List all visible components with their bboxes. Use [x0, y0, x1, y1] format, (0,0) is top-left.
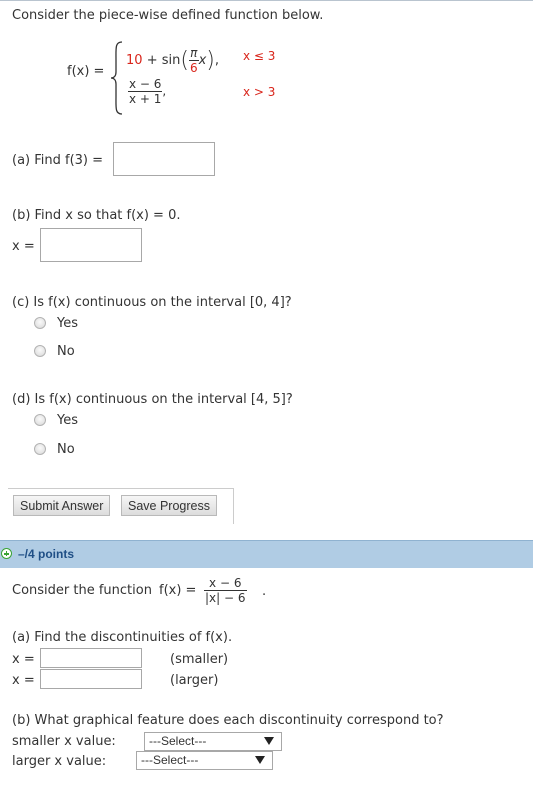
q1-intro: Consider the piece-wise defined function…: [12, 8, 324, 23]
piece1-plus-sin: + sin: [146, 53, 181, 68]
part-b-label: (b) Find x so that f(x) = 0.: [12, 208, 181, 223]
q2-x1-label: x =: [12, 652, 35, 667]
x-answer-input[interactable]: [40, 228, 142, 262]
q2-part-a-label: (a) Find the discontinuities of f(x).: [12, 630, 233, 645]
smaller-x-label: smaller x value:: [12, 734, 116, 749]
paren-open: (: [180, 48, 189, 73]
part-c-yes-label: Yes: [57, 316, 78, 331]
q2-denominator: |x| − 6: [205, 591, 246, 605]
q2-part-b-label: (b) What graphical feature does each dis…: [12, 713, 444, 728]
smaller-select-value: ---Select---: [149, 734, 207, 748]
smaller-hint: (smaller): [170, 652, 229, 667]
piece1-expression: 10 + sin(π 6 x),: [126, 46, 220, 75]
part-c-no-radio[interactable]: [34, 345, 46, 357]
question-header: [0, 540, 533, 568]
plus-icon[interactable]: [1, 548, 12, 559]
submit-answer-button[interactable]: Submit Answer: [13, 495, 111, 516]
smaller-discontinuity-input[interactable]: [40, 648, 142, 668]
part-d-yes-radio[interactable]: [34, 414, 46, 426]
part-c-label: (c) Is f(x) continuous on the interval […: [12, 295, 292, 310]
q2-period: .: [262, 584, 267, 599]
piece2-numerator: x − 6: [128, 77, 163, 92]
piece2-denominator: x + 1: [129, 92, 162, 106]
part-c-yes-radio[interactable]: [34, 317, 46, 329]
top-divider: [0, 0, 533, 1]
part-d-no-label: No: [57, 442, 75, 457]
smaller-feature-select[interactable]: ---Select---: [144, 732, 282, 751]
piece2-fraction: x − 6x + 1,: [128, 77, 167, 106]
larger-discontinuity-input[interactable]: [40, 669, 142, 689]
larger-hint: (larger): [170, 673, 219, 688]
q2-x2-label: x =: [12, 673, 35, 688]
larger-feature-select[interactable]: ---Select---: [136, 751, 273, 770]
larger-x-label: larger x value:: [12, 754, 107, 769]
save-progress-button[interactable]: Save Progress: [121, 495, 217, 516]
part-b-x-label: x =: [12, 239, 35, 254]
part-c-no-label: No: [57, 344, 75, 359]
piece1-condition: x ≤ 3: [243, 49, 276, 63]
q2-fx-label: f(x) =: [159, 583, 197, 598]
paren-close: ): [206, 48, 215, 73]
part-a-label: (a) Find f(3) =: [12, 153, 104, 168]
f3-answer-input[interactable]: [113, 142, 215, 176]
fx-label: f(x) =: [67, 64, 105, 79]
pi-over-six: π6: [188, 46, 199, 75]
q2-numerator: x − 6: [204, 576, 247, 591]
piece1-constant: 10: [126, 53, 143, 68]
piece2-condition: x > 3: [243, 85, 276, 99]
chevron-down-icon: [264, 737, 274, 745]
points-label: –/4 points: [18, 547, 75, 561]
left-brace: [110, 41, 123, 115]
q2-fraction: x − 6 |x| − 6: [204, 576, 247, 605]
larger-select-value: ---Select---: [141, 753, 199, 767]
part-d-yes-label: Yes: [57, 413, 78, 428]
part-d-no-radio[interactable]: [34, 443, 46, 455]
part-d-label: (d) Is f(x) continuous on the interval […: [12, 392, 293, 407]
chevron-down-icon: [255, 756, 265, 764]
q2-intro: Consider the function: [12, 583, 152, 598]
